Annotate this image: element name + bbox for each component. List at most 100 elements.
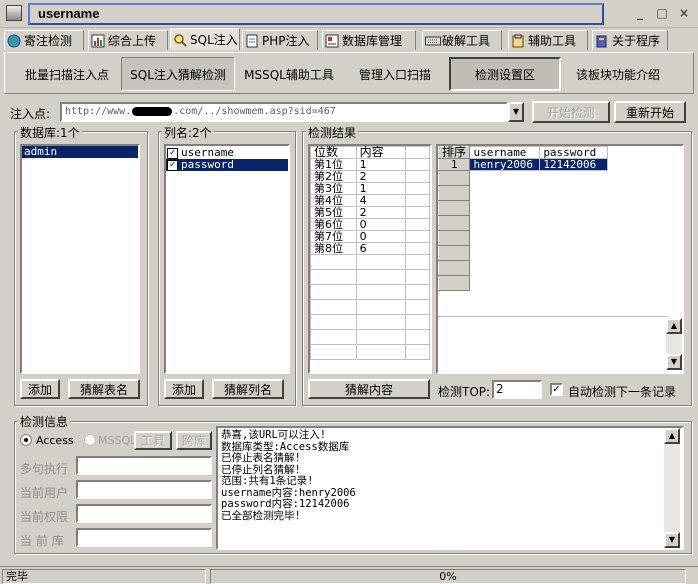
log-line: 恭喜,该URL可以注入! bbox=[221, 429, 327, 441]
tab-database-manager[interactable]: 数据库管理 bbox=[322, 30, 416, 50]
list-item[interactable]: admin bbox=[22, 146, 138, 158]
tab-label: 数据库管理 bbox=[342, 34, 403, 48]
multi-exec-input[interactable] bbox=[76, 456, 212, 475]
scroll-down-arrow-icon[interactable]: ▼ bbox=[664, 532, 680, 548]
table-row bbox=[438, 215, 608, 231]
empty-cell bbox=[405, 269, 430, 285]
scroll-up-arrow-icon[interactable]: ▲ bbox=[664, 428, 680, 444]
tab-php-injection[interactable]: PHP注入 bbox=[242, 30, 318, 50]
current-permission-input[interactable] bbox=[76, 504, 212, 523]
tab-label: 辅助工具 bbox=[528, 34, 577, 48]
tab-sql-injection[interactable]: SQL注入 bbox=[170, 28, 240, 50]
check-icon[interactable]: ✓ bbox=[167, 159, 178, 171]
guess-content-button[interactable]: 猜解内容 bbox=[308, 379, 430, 399]
record-password: 12142006 bbox=[539, 158, 608, 171]
table-row[interactable]: 第4位 4 bbox=[310, 194, 430, 207]
restart-button[interactable]: 重新开始 bbox=[614, 101, 686, 123]
auto-next-label: 自动检测下一条记录 bbox=[568, 385, 677, 399]
guess-column-button[interactable]: 猜解列名 bbox=[212, 379, 284, 399]
table-row bbox=[438, 260, 608, 276]
empty-cell bbox=[310, 299, 357, 315]
results-group-title: 检测结果 bbox=[306, 124, 359, 141]
val-cell: 1 bbox=[355, 182, 407, 195]
tab-about[interactable]: 关于程序 bbox=[592, 30, 668, 50]
val-cell: 6 bbox=[355, 242, 407, 255]
tab-helper-tools[interactable]: 辅助工具 bbox=[508, 30, 588, 50]
val-cell: 0 bbox=[355, 230, 407, 243]
table-row[interactable]: 第5位 2 bbox=[310, 206, 430, 219]
log-line: 范围:共有1条记录! bbox=[221, 475, 314, 487]
table-row bbox=[310, 344, 430, 360]
subtab-settings[interactable]: 检测设置区 bbox=[449, 57, 561, 91]
start-detect-button[interactable]: 开始检测 bbox=[532, 101, 610, 123]
url-dropdown-button[interactable]: ▼ bbox=[508, 102, 524, 122]
empty-cell bbox=[355, 299, 407, 315]
log-line: password内容:12142006 bbox=[221, 498, 350, 510]
tab-injection-scan[interactable]: 寄注检测 bbox=[4, 30, 84, 50]
table-row bbox=[438, 170, 608, 186]
position-grid[interactable]: 位数 内容 第1位 1 第2位 2 第3位 1 第4位 4 第5位 2 第6位 0 第7位 0… bbox=[308, 144, 432, 374]
tab-crack-tools[interactable]: 破解工具 bbox=[422, 30, 502, 50]
row-header bbox=[438, 245, 471, 261]
table-row bbox=[310, 284, 430, 300]
close-button[interactable]: × bbox=[676, 6, 692, 22]
mssql-radio[interactable] bbox=[84, 434, 96, 446]
table-row bbox=[310, 329, 430, 345]
redaction-mark bbox=[132, 106, 173, 116]
minimize-button[interactable]: _ bbox=[632, 6, 648, 22]
tab-upload[interactable]: 综合上传 bbox=[88, 30, 168, 50]
table-row[interactable]: 第8位 6 bbox=[310, 242, 430, 255]
table-row[interactable]: 第7位 0 bbox=[310, 230, 430, 243]
grid-header-row: 排序 username password bbox=[438, 146, 608, 159]
log-line: 已停止表名猜解! bbox=[221, 452, 301, 464]
subtab-mssql-tools[interactable]: MSSQL辅助工具 bbox=[237, 57, 341, 91]
check-icon[interactable]: ✓ bbox=[167, 147, 178, 159]
maximize-button[interactable]: □ bbox=[654, 6, 670, 22]
record-index: 1 bbox=[438, 158, 471, 171]
current-user-input[interactable] bbox=[76, 480, 212, 499]
columns-group-title: 列名:2个 bbox=[162, 124, 214, 141]
tool-button[interactable]: 工具 bbox=[134, 431, 172, 450]
pos-cell: 第3位 bbox=[310, 182, 357, 195]
auto-next-checkbox[interactable]: ✓ bbox=[550, 383, 563, 396]
record-grid[interactable]: 排序 username password 1 henry2006 1214200… bbox=[436, 144, 684, 374]
subtab-admin-scan[interactable]: 管理入口扫描 bbox=[345, 57, 445, 91]
empty-cell bbox=[355, 254, 407, 270]
cross-db-button[interactable]: 跨库 bbox=[176, 431, 212, 450]
empty-cell bbox=[405, 182, 430, 195]
scroll-up-arrow-icon[interactable]: ▲ bbox=[666, 318, 682, 334]
empty-cell bbox=[405, 329, 430, 345]
table-row[interactable]: 1 henry2006 12142006 bbox=[438, 158, 608, 171]
scroll-down-arrow-icon[interactable]: ▼ bbox=[666, 354, 682, 370]
column-name: password bbox=[181, 158, 234, 171]
empty-cell bbox=[355, 344, 407, 360]
sub-toolbar: 批量扫描注入点 SQL注入猜解检测 MSSQL辅助工具 管理入口扫描 检测设置区… bbox=[4, 52, 694, 94]
subtab-module-intro[interactable]: 该板块功能介绍 bbox=[565, 57, 671, 91]
database-list[interactable]: admin bbox=[20, 144, 140, 374]
log-scrollbar[interactable]: ▲ ▼ bbox=[664, 428, 680, 548]
subtab-batch-scan[interactable]: 批量扫描注入点 bbox=[13, 57, 121, 91]
database-add-button[interactable]: 添加 bbox=[20, 379, 60, 399]
guess-table-button[interactable]: 猜解表名 bbox=[68, 379, 140, 399]
record-scrollbar[interactable]: ▲ ▼ bbox=[666, 318, 682, 370]
detect-log[interactable]: 恭喜,该URL可以注入! 数据库类型:Access数据库 已停止表名猜解! 已停… bbox=[216, 426, 684, 550]
columns-list[interactable]: ✓ username ✓ password bbox=[164, 144, 290, 374]
columns-add-button[interactable]: 添加 bbox=[164, 379, 204, 399]
table-row[interactable]: 第1位 1 bbox=[310, 158, 430, 171]
subtab-sql-guess[interactable]: SQL注入猜解检测 bbox=[121, 57, 235, 91]
current-db-input[interactable] bbox=[76, 528, 212, 547]
list-item[interactable]: ✓ password bbox=[166, 159, 288, 171]
empty-cell bbox=[470, 201, 540, 216]
table-row[interactable]: 第2位 2 bbox=[310, 170, 430, 183]
access-radio[interactable] bbox=[20, 434, 32, 446]
empty-cell bbox=[470, 276, 540, 291]
table-row[interactable]: 第3位 1 bbox=[310, 182, 430, 195]
inject-url-input[interactable]: http://www. .com/../showmem.asp?sid=467 bbox=[60, 102, 508, 122]
empty-cell bbox=[470, 216, 540, 231]
top-count-input[interactable]: 2 bbox=[492, 380, 542, 399]
empty-cell bbox=[355, 269, 407, 285]
empty-cell bbox=[405, 206, 430, 219]
table-row[interactable]: 第6位 0 bbox=[310, 218, 430, 231]
document-icon bbox=[245, 34, 259, 48]
status-bar: 完毕 0% bbox=[0, 566, 698, 584]
